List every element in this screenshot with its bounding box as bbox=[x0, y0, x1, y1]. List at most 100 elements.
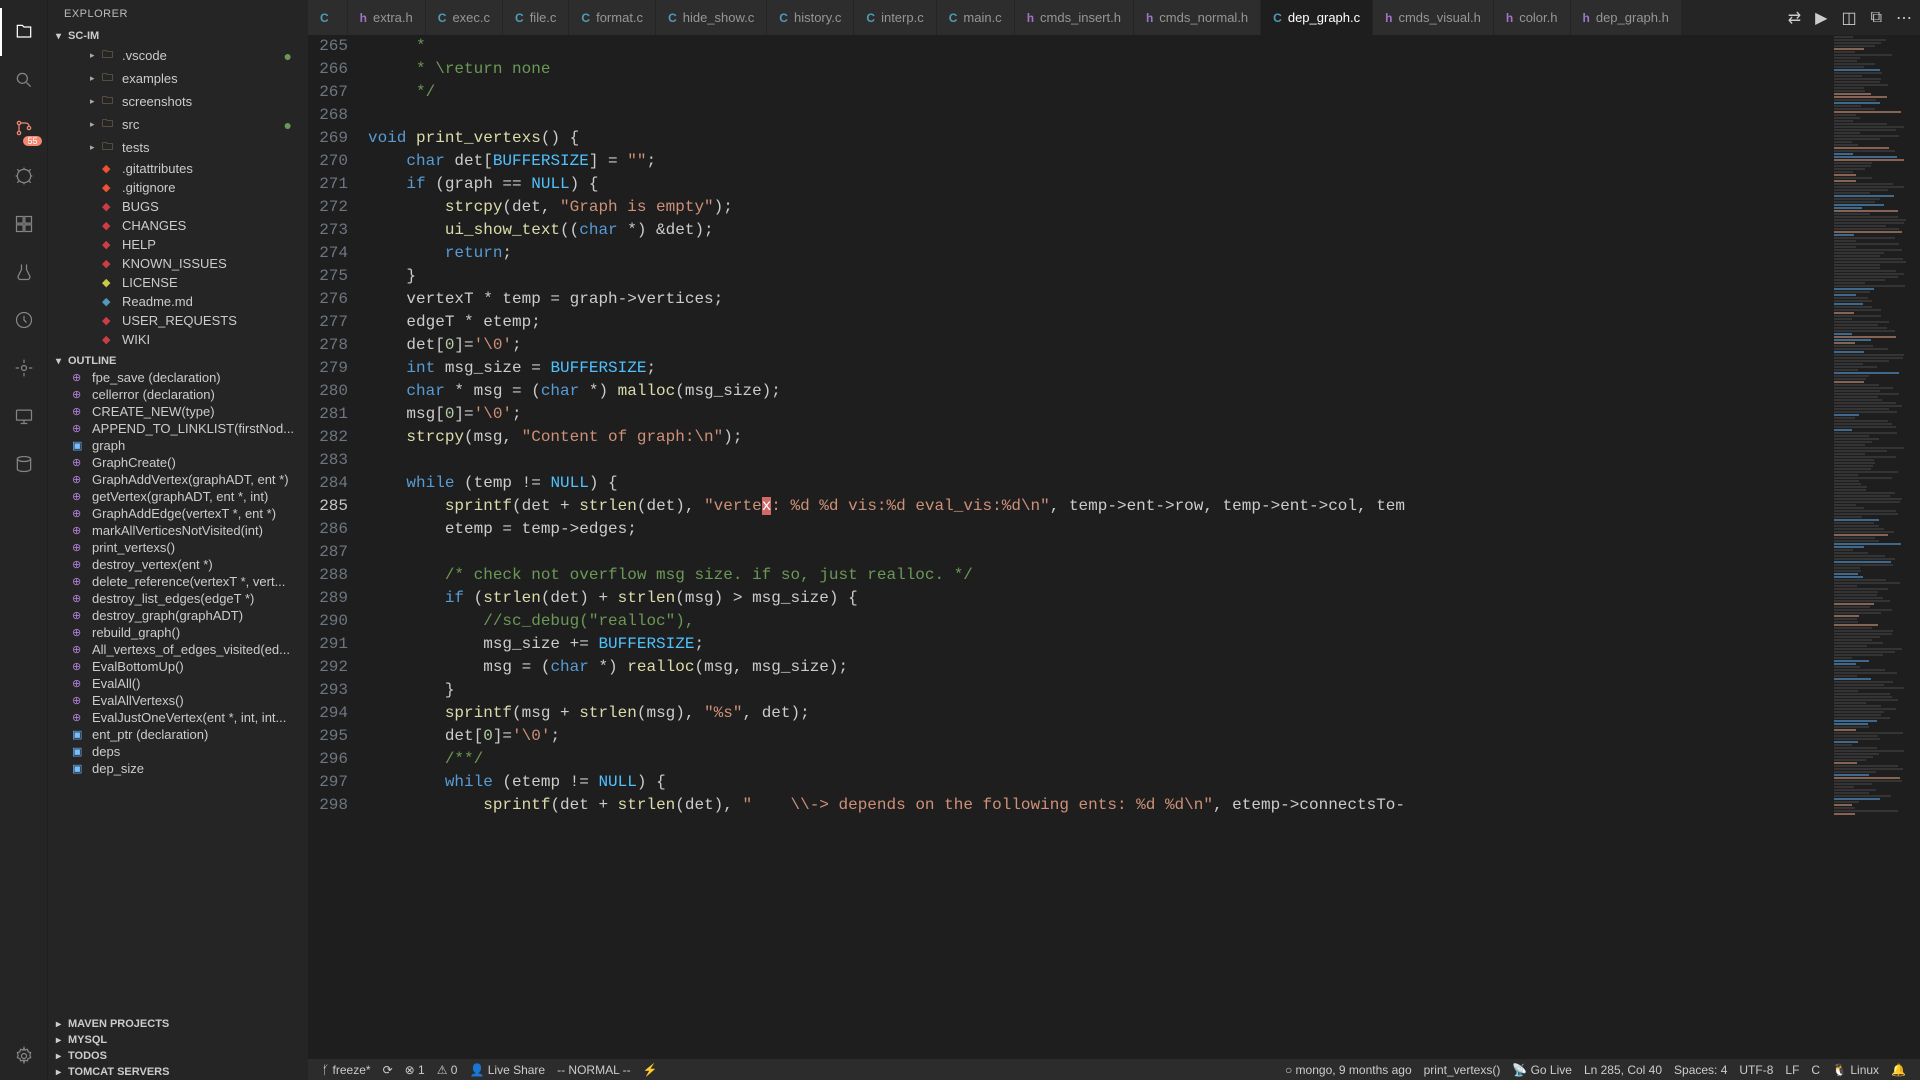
outline-destroy-vertex-ent---[interactable]: ⊕destroy_vertex(ent *) bbox=[48, 556, 308, 573]
code-line-284[interactable]: while (temp != NULL) { bbox=[368, 472, 1830, 495]
code-body[interactable]: * * \return none */void print_vertexs() … bbox=[368, 35, 1830, 1058]
settings-icon[interactable] bbox=[0, 1032, 48, 1080]
project-header[interactable]: ▾SC-IM bbox=[48, 28, 308, 44]
tab-extra.h[interactable]: hextra.h bbox=[348, 0, 426, 35]
code-line-286[interactable]: etemp = temp->edges; bbox=[368, 518, 1830, 541]
code-line-283[interactable] bbox=[368, 449, 1830, 472]
tab-overflow[interactable]: C bbox=[308, 0, 348, 35]
tab-history.c[interactable]: Chistory.c bbox=[767, 0, 854, 35]
code-line-285[interactable]: sprintf(det + strlen(det), "vertex: %d %… bbox=[368, 495, 1830, 518]
outline-EvalAll--[interactable]: ⊕EvalAll() bbox=[48, 675, 308, 692]
code-line-287[interactable] bbox=[368, 541, 1830, 564]
tab-exec.c[interactable]: Cexec.c bbox=[426, 0, 503, 35]
outline-getVertex-graphADT--ent----int-[interactable]: ⊕getVertex(graphADT, ent *, int) bbox=[48, 488, 308, 505]
status-cursor-position[interactable]: Ln 285, Col 40 bbox=[1578, 1063, 1668, 1077]
code-line-296[interactable]: /**/ bbox=[368, 748, 1830, 771]
file-WIKI[interactable]: ◆WIKI bbox=[48, 330, 308, 349]
outline-All-vertexs-of-edges-visited-ed---[interactable]: ⊕All_vertexs_of_edges_visited(ed... bbox=[48, 641, 308, 658]
folder-screenshots[interactable]: ▸🗀screenshots bbox=[48, 90, 308, 113]
timeline-icon[interactable] bbox=[0, 296, 48, 344]
outline-ent-ptr--declaration-[interactable]: ▣ent_ptr (declaration) bbox=[48, 726, 308, 743]
outline-EvalBottomUp--[interactable]: ⊕EvalBottomUp() bbox=[48, 658, 308, 675]
search-icon[interactable] bbox=[0, 56, 48, 104]
code-line-268[interactable] bbox=[368, 104, 1830, 127]
outline-markAllVerticesNotVisited-int-[interactable]: ⊕markAllVerticesNotVisited(int) bbox=[48, 522, 308, 539]
code-line-294[interactable]: sprintf(msg + strlen(msg), "%s", det); bbox=[368, 702, 1830, 725]
outline-fpe-save--declaration-[interactable]: ⊕fpe_save (declaration) bbox=[48, 369, 308, 386]
file-Readme.md[interactable]: ◆Readme.md bbox=[48, 292, 308, 311]
outline-delete-reference-vertexT----vert---[interactable]: ⊕delete_reference(vertexT *, vert... bbox=[48, 573, 308, 590]
code-line-288[interactable]: /* check not overflow msg size. if so, j… bbox=[368, 564, 1830, 587]
status-indentation[interactable]: Spaces: 4 bbox=[1668, 1063, 1733, 1077]
tab-interp.c[interactable]: Cinterp.c bbox=[854, 0, 936, 35]
section-tomcat-servers[interactable]: ▸TOMCAT SERVERS bbox=[48, 1064, 308, 1080]
source-control-icon[interactable]: 55 bbox=[0, 104, 48, 152]
tab-dep_graph.c[interactable]: Cdep_graph.c bbox=[1261, 0, 1373, 35]
code-line-295[interactable]: det[0]='\0'; bbox=[368, 725, 1830, 748]
code-line-282[interactable]: strcpy(msg, "Content of graph:\n"); bbox=[368, 426, 1830, 449]
code-line-293[interactable]: } bbox=[368, 679, 1830, 702]
section-todos[interactable]: ▸TODOS bbox=[48, 1048, 308, 1064]
code-line-289[interactable]: if (strlen(det) + strlen(msg) > msg_size… bbox=[368, 587, 1830, 610]
folder-.vscode[interactable]: ▸🗀.vscode● bbox=[48, 44, 308, 67]
status-platform[interactable]: 🐧 Linux bbox=[1826, 1063, 1885, 1077]
status-sync[interactable]: ⟳ bbox=[377, 1063, 399, 1077]
outline-deps[interactable]: ▣deps bbox=[48, 743, 308, 760]
tab-cmds_visual.h[interactable]: hcmds_visual.h bbox=[1373, 0, 1494, 35]
status-live-share[interactable]: 👤 Live Share bbox=[463, 1063, 551, 1077]
tab-color.h[interactable]: hcolor.h bbox=[1494, 0, 1571, 35]
status-git-branch[interactable]: ᚶ freeze* bbox=[316, 1063, 377, 1077]
file-CHANGES[interactable]: ◆CHANGES bbox=[48, 216, 308, 235]
run-icon[interactable]: ▶ bbox=[1815, 8, 1827, 28]
code-line-273[interactable]: ui_show_text((char *) &det); bbox=[368, 219, 1830, 242]
minimap[interactable] bbox=[1830, 35, 1920, 1058]
split-icon[interactable]: ◫ bbox=[1841, 8, 1856, 28]
outline-GraphAddVertex-graphADT--ent---[interactable]: ⊕GraphAddVertex(graphADT, ent *) bbox=[48, 471, 308, 488]
code-line-279[interactable]: int msg_size = BUFFERSIZE; bbox=[368, 357, 1830, 380]
outline-rebuild-graph--[interactable]: ⊕rebuild_graph() bbox=[48, 624, 308, 641]
status-language[interactable]: C bbox=[1805, 1063, 1826, 1077]
status-bolt[interactable]: ⚡ bbox=[637, 1063, 664, 1077]
code-line-292[interactable]: msg = (char *) realloc(msg, msg_size); bbox=[368, 656, 1830, 679]
status-vim-mode[interactable]: -- NORMAL -- bbox=[551, 1063, 637, 1077]
file-USER_REQUESTS[interactable]: ◆USER_REQUESTS bbox=[48, 311, 308, 330]
code-line-275[interactable]: } bbox=[368, 265, 1830, 288]
code-line-267[interactable]: */ bbox=[368, 81, 1830, 104]
section-maven-projects[interactable]: ▸MAVEN PROJECTS bbox=[48, 1016, 308, 1032]
file-KNOWN_ISSUES[interactable]: ◆KNOWN_ISSUES bbox=[48, 254, 308, 273]
outline-dep-size[interactable]: ▣dep_size bbox=[48, 760, 308, 777]
tab-file.c[interactable]: Cfile.c bbox=[503, 0, 569, 35]
debug-icon[interactable] bbox=[0, 152, 48, 200]
code-line-277[interactable]: edgeT * etemp; bbox=[368, 311, 1830, 334]
outline-print-vertexs--[interactable]: ⊕print_vertexs() bbox=[48, 539, 308, 556]
explorer-icon[interactable] bbox=[0, 8, 48, 56]
outline-destroy-list-edges-edgeT---[interactable]: ⊕destroy_list_edges(edgeT *) bbox=[48, 590, 308, 607]
editor-content[interactable]: 2652662672682692702712722732742752762772… bbox=[308, 35, 1920, 1058]
code-line-269[interactable]: void print_vertexs() { bbox=[368, 127, 1830, 150]
extensions-icon[interactable] bbox=[0, 200, 48, 248]
status-eol[interactable]: LF bbox=[1779, 1063, 1805, 1077]
code-line-290[interactable]: //sc_debug("realloc"), bbox=[368, 610, 1830, 633]
outline-cellerror--declaration-[interactable]: ⊕cellerror (declaration) bbox=[48, 386, 308, 403]
outline-GraphCreate--[interactable]: ⊕GraphCreate() bbox=[48, 454, 308, 471]
tab-dep_graph.h[interactable]: hdep_graph.h bbox=[1571, 0, 1682, 35]
remote-icon[interactable] bbox=[0, 392, 48, 440]
tab-hide_show.c[interactable]: Chide_show.c bbox=[656, 0, 767, 35]
outline-destroy-graph-graphADT-[interactable]: ⊕destroy_graph(graphADT) bbox=[48, 607, 308, 624]
code-line-280[interactable]: char * msg = (char *) malloc(msg_size); bbox=[368, 380, 1830, 403]
more-icon[interactable]: ⋯ bbox=[1896, 8, 1912, 28]
code-line-265[interactable]: * bbox=[368, 35, 1830, 58]
folder-examples[interactable]: ▸🗀examples bbox=[48, 67, 308, 90]
status-encoding[interactable]: UTF-8 bbox=[1733, 1063, 1779, 1077]
tab-format.c[interactable]: Cformat.c bbox=[569, 0, 656, 35]
code-line-271[interactable]: if (graph == NULL) { bbox=[368, 173, 1830, 196]
code-line-298[interactable]: sprintf(det + strlen(det), " \\-> depend… bbox=[368, 794, 1830, 817]
outline-EvalAllVertexs--[interactable]: ⊕EvalAllVertexs() bbox=[48, 692, 308, 709]
test-icon[interactable] bbox=[0, 248, 48, 296]
tab-main.c[interactable]: Cmain.c bbox=[937, 0, 1015, 35]
status-errors[interactable]: ⊗ 1 bbox=[399, 1063, 431, 1077]
status-go-live[interactable]: 📡 Go Live bbox=[1506, 1063, 1578, 1077]
section-mysql[interactable]: ▸MYSQL bbox=[48, 1032, 308, 1048]
status-notifications[interactable]: 🔔 bbox=[1885, 1063, 1912, 1077]
compare-icon[interactable]: ⇄ bbox=[1788, 8, 1801, 28]
